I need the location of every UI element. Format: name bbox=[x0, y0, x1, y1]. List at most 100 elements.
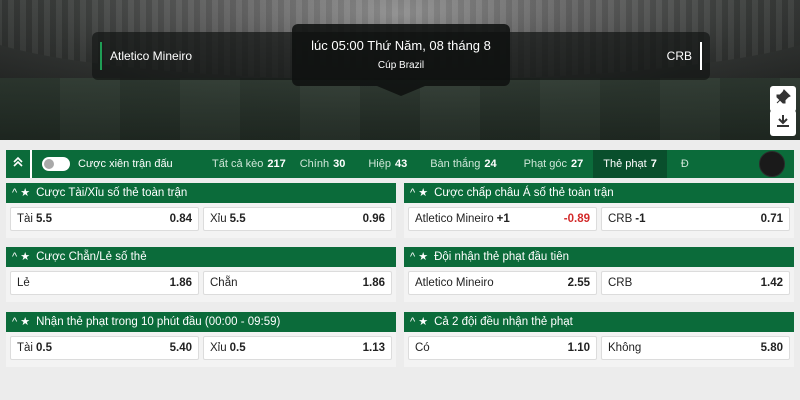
market-panel-both-teams-cards: ^ ★ Cả 2 đội đều nhận thẻ phạt Có 1.10 Khô… bbox=[404, 312, 794, 367]
market-panel-total-cards: ^ ★ Cược Tài/Xỉu số thẻ toàn trận Tài 5.5 0… bbox=[6, 183, 396, 238]
odds-row: Atletico Mineiro 2.55 CRB 1.42 bbox=[404, 267, 794, 299]
panel-title: Nhận thẻ phạt trong 10 phút đầu (00:00 -… bbox=[36, 316, 281, 328]
tab-cards[interactable]: Thẻ phạt 7 bbox=[593, 150, 667, 178]
odd-button[interactable]: CRB -1 0.71 bbox=[601, 207, 790, 231]
panel-header[interactable]: ^ ★ Cược chấp châu Á số thẻ toàn trận bbox=[404, 183, 794, 203]
tab-count: 217 bbox=[267, 158, 286, 170]
market-panel-first-card: ^ ★ Đội nhận thẻ phạt đầu tiên Atletico M… bbox=[404, 247, 794, 302]
match-info: lúc 05:00 Thứ Năm, 08 tháng 8 Cúp Brazil bbox=[292, 24, 510, 86]
collapse-star-icon: ^ ★ bbox=[410, 187, 429, 199]
odd-button[interactable]: Chẵn 1.86 bbox=[203, 271, 392, 295]
tab-count: 30 bbox=[333, 158, 346, 170]
odd-price: 0.84 bbox=[169, 213, 192, 225]
match-info-pointer bbox=[377, 86, 425, 96]
panel-title: Cược Tài/Xỉu số thẻ toàn trận bbox=[36, 187, 188, 199]
panel-title: Đội nhận thẻ phạt đầu tiên bbox=[434, 251, 570, 263]
tab-count: 24 bbox=[484, 158, 497, 170]
odd-button[interactable]: Lẻ 1.86 bbox=[10, 271, 199, 295]
odd-label: Atletico Mineiro bbox=[415, 213, 494, 225]
download-button[interactable] bbox=[770, 110, 796, 136]
odd-price: 5.40 bbox=[169, 342, 192, 354]
odd-button[interactable]: Có 1.10 bbox=[408, 336, 597, 360]
tab-label: Chính bbox=[299, 158, 330, 170]
panel-title: Cả 2 đội đều nhận thẻ phạt bbox=[434, 316, 573, 328]
tab-goals[interactable]: Bàn thắng 24 bbox=[430, 150, 496, 178]
odd-price: 1.13 bbox=[362, 342, 385, 354]
panel-header[interactable]: ^ ★ Cược Tài/Xỉu số thẻ toàn trận bbox=[6, 183, 396, 203]
stadium-banner: Atletico Mineiro CRB lúc 05:00 Thứ Năm, … bbox=[0, 0, 800, 140]
market-panel-odd-even-cards: ^ ★ Cược Chẵn/Lẻ số thẻ Lẻ 1.86 Chẵn 1.86 bbox=[6, 247, 396, 302]
odd-price: 0.96 bbox=[362, 213, 385, 225]
odds-row: Có 1.10 Không 5.80 bbox=[404, 332, 794, 364]
tab-label: Đ bbox=[680, 158, 689, 170]
pin-button[interactable] bbox=[770, 86, 796, 112]
collapse-star-icon: ^ ★ bbox=[12, 187, 31, 199]
market-tabs-bar: Cược xiên trận đấu Tất cả kèo 217 Chính 30… bbox=[6, 150, 794, 178]
odds-row: Tài 0.5 5.40 Xỉu 0.5 1.13 bbox=[6, 332, 396, 364]
away-team-name: CRB bbox=[667, 42, 702, 70]
collapse-all-button[interactable] bbox=[6, 150, 32, 178]
odd-price: 1.86 bbox=[362, 277, 385, 289]
odd-line: 5.5 bbox=[35, 213, 52, 225]
download-icon bbox=[775, 113, 791, 134]
odd-button[interactable]: Không 5.80 bbox=[601, 336, 790, 360]
odd-line: 0.5 bbox=[229, 342, 246, 354]
home-team-name: Atletico Mineiro bbox=[100, 42, 192, 70]
tab-corners[interactable]: Phạt góc 27 bbox=[524, 150, 584, 178]
parlay-toggle[interactable]: Cược xiên trận đấu bbox=[42, 154, 173, 174]
odd-line: +1 bbox=[496, 213, 510, 225]
panel-title: Cược chấp châu Á số thẻ toàn trận bbox=[434, 187, 614, 199]
tabs-scroll-button[interactable] bbox=[759, 151, 785, 177]
page: Atletico Mineiro CRB lúc 05:00 Thứ Năm, … bbox=[0, 0, 800, 400]
odd-label: Xỉu bbox=[210, 213, 227, 225]
odd-price: 0.71 bbox=[760, 213, 783, 225]
odd-label: Tài bbox=[17, 213, 33, 225]
tab-label: Tất cả kèo bbox=[212, 158, 264, 170]
tab-label: Thẻ phạt bbox=[603, 158, 647, 170]
odd-button[interactable]: Atletico Mineiro 2.55 bbox=[408, 271, 597, 295]
tab-count: 27 bbox=[571, 158, 584, 170]
odd-button[interactable]: Xỉu 0.5 1.13 bbox=[203, 336, 392, 360]
odds-row: Tài 5.5 0.84 Xỉu 5.5 0.96 bbox=[6, 203, 396, 235]
panel-header[interactable]: ^ ★ Cả 2 đội đều nhận thẻ phạt bbox=[404, 312, 794, 332]
tab-main[interactable]: Chính 30 bbox=[300, 150, 346, 178]
odd-button[interactable]: Tài 0.5 5.40 bbox=[10, 336, 199, 360]
panel-header[interactable]: ^ ★ Cược Chẵn/Lẻ số thẻ bbox=[6, 247, 396, 267]
odd-label: Chẵn bbox=[210, 277, 238, 289]
odd-line: -1 bbox=[635, 213, 646, 225]
tab-count: 43 bbox=[394, 158, 408, 170]
odd-price: 1.10 bbox=[567, 342, 590, 354]
market-panel-first-10-min-cards: ^ ★ Nhận thẻ phạt trong 10 phút đầu (00:0… bbox=[6, 312, 396, 367]
odd-button[interactable]: CRB 1.42 bbox=[601, 271, 790, 295]
odd-price: 1.86 bbox=[169, 277, 192, 289]
panel-header[interactable]: ^ ★ Nhận thẻ phạt trong 10 phút đầu (00:0… bbox=[6, 312, 396, 332]
odd-button[interactable]: Atletico Mineiro +1 -0.89 bbox=[408, 207, 597, 231]
tab-half[interactable]: Hiệp 43 bbox=[368, 150, 407, 178]
odd-label: Atletico Mineiro bbox=[415, 277, 494, 289]
tab-label: Bàn thắng bbox=[430, 158, 481, 170]
odd-label: CRB bbox=[608, 277, 633, 289]
odd-button[interactable]: Tài 5.5 0.84 bbox=[10, 207, 199, 231]
tab-label: Hiệp bbox=[368, 158, 391, 170]
league-name: Cúp Brazil bbox=[377, 60, 425, 71]
tab-label: Phạt góc bbox=[523, 158, 568, 170]
odd-label: Lẻ bbox=[17, 277, 30, 289]
pin-icon bbox=[775, 88, 791, 110]
collapse-star-icon: ^ ★ bbox=[12, 316, 31, 328]
odd-price: -0.89 bbox=[563, 213, 590, 225]
odd-button[interactable]: Xỉu 5.5 0.96 bbox=[203, 207, 392, 231]
odd-price: 5.80 bbox=[760, 342, 783, 354]
odd-line: 0.5 bbox=[35, 342, 52, 354]
odds-row: Atletico Mineiro +1 -0.89 CRB -1 0.71 bbox=[404, 203, 794, 235]
parlay-label: Cược xiên trận đấu bbox=[78, 158, 173, 170]
tab-count: 7 bbox=[650, 158, 657, 170]
panel-title: Cược Chẵn/Lẻ số thẻ bbox=[36, 251, 147, 263]
tab-all[interactable]: Tất cả kèo 217 bbox=[212, 150, 286, 178]
odd-label: Không bbox=[608, 342, 642, 354]
tab-more[interactable]: Đ bbox=[681, 150, 689, 178]
parlay-switch[interactable] bbox=[42, 157, 70, 171]
odd-label: Xỉu bbox=[210, 342, 227, 354]
odd-label: CRB bbox=[608, 213, 633, 225]
panel-header[interactable]: ^ ★ Đội nhận thẻ phạt đầu tiên bbox=[404, 247, 794, 267]
odd-price: 1.42 bbox=[760, 277, 783, 289]
